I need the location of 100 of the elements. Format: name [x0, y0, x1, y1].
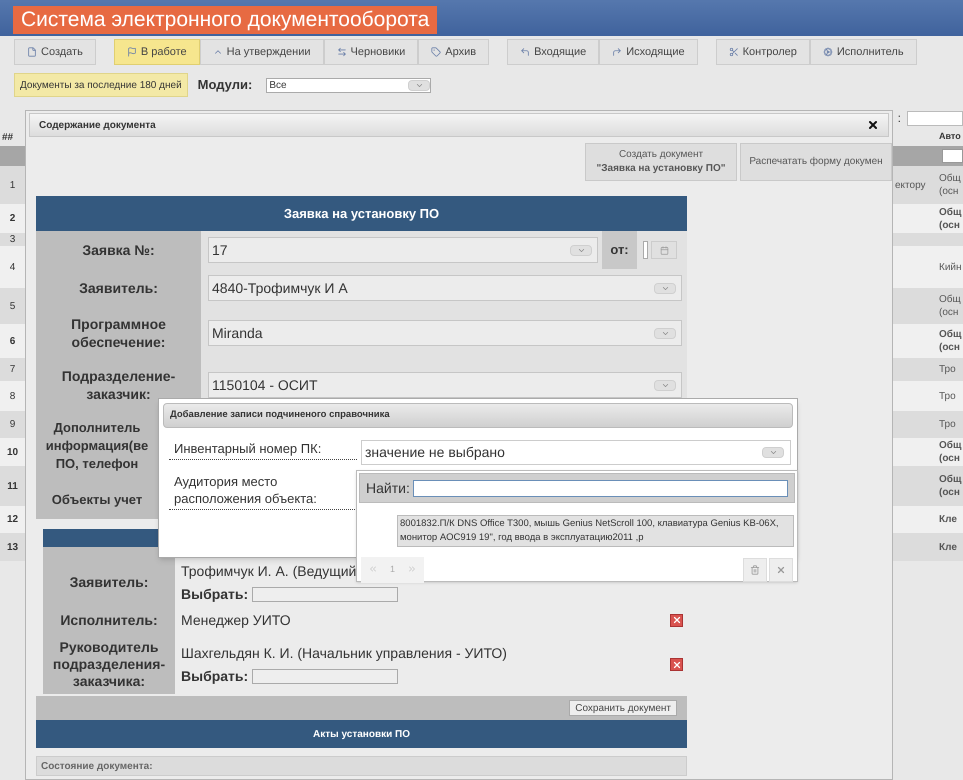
close-icon	[776, 564, 786, 575]
period-filter[interactable]: Документы за последние 180 дней	[14, 73, 188, 97]
toolbar-button[interactable]: Создать	[14, 39, 96, 65]
field-label: Заявка №:	[81, 241, 156, 259]
choose-field[interactable]	[252, 668, 398, 684]
toolbar-button[interactable]: Входящие	[507, 39, 600, 65]
choose-label: Выбрать:	[181, 666, 248, 686]
table-cell-text: ектору	[895, 178, 927, 192]
dropdown-caret-icon[interactable]	[570, 244, 592, 256]
dialog-title: Содержание документа	[39, 118, 156, 132]
dropdown-caret-icon[interactable]	[654, 328, 676, 338]
app-title: Система электронного документооборота	[13, 6, 438, 34]
row-number: 1	[8, 178, 16, 192]
row-number: 13	[6, 540, 20, 554]
column-filter-field[interactable]	[942, 149, 963, 163]
column-header: Авто	[939, 130, 962, 144]
remove-icon[interactable]	[670, 614, 683, 626]
person-name: Трофимчук И. А. (Ведущий	[181, 562, 356, 581]
choose-field[interactable]	[252, 587, 398, 602]
trash-icon	[750, 564, 760, 575]
toolbar-button[interactable]: Исходящие	[599, 39, 698, 65]
toolbar-button[interactable]: На утверждении	[200, 39, 324, 65]
table-cell-text: Общ (осн	[939, 328, 962, 354]
delete-button[interactable]	[743, 558, 767, 582]
dropdown-caret-icon[interactable]	[408, 80, 430, 90]
toolbar-icon	[520, 47, 530, 57]
column-header: ##	[1, 130, 14, 144]
table-cell-text: Общ (осн	[939, 439, 962, 465]
row-number: 2	[8, 212, 16, 226]
select-field[interactable]: Miranda	[208, 320, 682, 346]
toolbar-button[interactable]: Исполнитель	[810, 39, 917, 65]
select-field[interactable]: 1150104 - ОСИТ	[208, 372, 682, 398]
select-field[interactable]: значение не выбрано	[361, 440, 791, 465]
select-field[interactable]: 17	[208, 237, 598, 263]
row-number: 6	[8, 334, 16, 348]
row-number: 11	[6, 480, 19, 494]
calendar-icon[interactable]	[660, 246, 668, 254]
table-cell-text: Общ (осн	[939, 473, 962, 499]
dialog-button[interactable]: Создать документ "Заявка на установку ПО"	[585, 143, 737, 181]
toolbar-button[interactable]: Черновики	[324, 39, 418, 65]
select-field[interactable]: 4840-Трофимчук И А	[208, 275, 682, 301]
form-title: Заявка на установку ПО	[284, 204, 440, 223]
table-cell-text: Общ (осн	[939, 206, 962, 232]
toolbar-icon	[822, 47, 833, 57]
remove-icon[interactable]	[670, 658, 683, 671]
date-label: от:	[602, 231, 637, 269]
search-label: :	[898, 110, 901, 127]
next-page-icon[interactable]	[407, 564, 418, 574]
choose-label: Выбрать:	[181, 585, 248, 604]
field-label: Заявитель:	[78, 279, 159, 297]
modules-label: Модули:	[198, 76, 252, 94]
toolbar-button[interactable]: Контролер	[716, 39, 810, 65]
dropdown-caret-icon[interactable]	[654, 380, 676, 390]
toolbar-icon	[27, 47, 37, 57]
acts-title: Акты установки ПО	[313, 728, 410, 742]
table-cell: Кийн	[939, 260, 963, 274]
date-field[interactable]	[643, 240, 677, 260]
row-number: 8	[8, 390, 16, 404]
toolbar-button[interactable]: В работе	[114, 39, 200, 65]
row-number: 10	[6, 446, 20, 460]
close-button[interactable]	[769, 558, 793, 582]
row-number: 4	[8, 260, 16, 274]
modules-select[interactable]: Все	[266, 78, 432, 92]
person-name: Шахгельдян К. И. (Начальник управления - УИТО)	[181, 644, 507, 663]
row-number: 5	[8, 300, 16, 314]
table-cell-text: Тро	[939, 418, 957, 431]
search-label: Найти:	[366, 478, 410, 498]
table-cell-text: Общ (осн	[939, 172, 962, 198]
toolbar-icon	[126, 47, 137, 57]
toolbar-icon	[612, 47, 622, 57]
field-label: Дополнитель информация(ве ПО, телефон	[46, 419, 148, 473]
field-label: Подразделение-заказчик:	[60, 367, 176, 403]
dropdown-caret-icon[interactable]	[762, 447, 784, 458]
table-cell-text: Тро	[939, 363, 957, 376]
toolbar-icon	[728, 47, 739, 57]
person-name: Менеджер УИТО	[181, 610, 291, 630]
search-field[interactable]	[412, 480, 788, 496]
field-label: Инвентарный номер ПК:	[169, 440, 357, 460]
field-label: Руководитель подразделения-заказчика:	[52, 639, 166, 690]
row-number: 12	[6, 513, 20, 527]
toolbar-icon	[336, 47, 347, 57]
field-label: Заявитель:	[70, 574, 148, 590]
field-label: Объекты учет	[52, 491, 142, 509]
dropdown-option[interactable]: 8001832.П/К DNS Office T300, мышь Genius NetScroll 100, клавиатура Genius KB-06X, монитор AOC919 19", год ввода в эксплуатацию2011 ,р	[397, 515, 794, 547]
save-button[interactable]: Сохранить документ	[569, 700, 677, 716]
field-label: Исполнитель:	[60, 612, 158, 628]
field-label: Программное обеспечение:	[70, 315, 167, 351]
row-number: 7	[8, 363, 16, 377]
dialog-button[interactable]: Распечатать форму докумен	[740, 143, 892, 181]
dropdown-caret-icon[interactable]	[654, 282, 676, 294]
table-cell-text: Кле	[939, 513, 958, 526]
first-page-icon[interactable]	[368, 564, 378, 574]
table-cell-text: Кле	[939, 540, 958, 554]
search-field[interactable]	[907, 110, 963, 126]
toolbar-icon	[431, 47, 442, 57]
table-cell-text: Тро	[939, 390, 957, 402]
close-icon[interactable]	[867, 119, 879, 131]
status-label: Состояние документа:	[41, 760, 153, 774]
toolbar-button[interactable]: Архив	[418, 39, 490, 65]
row-number: 3	[8, 233, 16, 247]
